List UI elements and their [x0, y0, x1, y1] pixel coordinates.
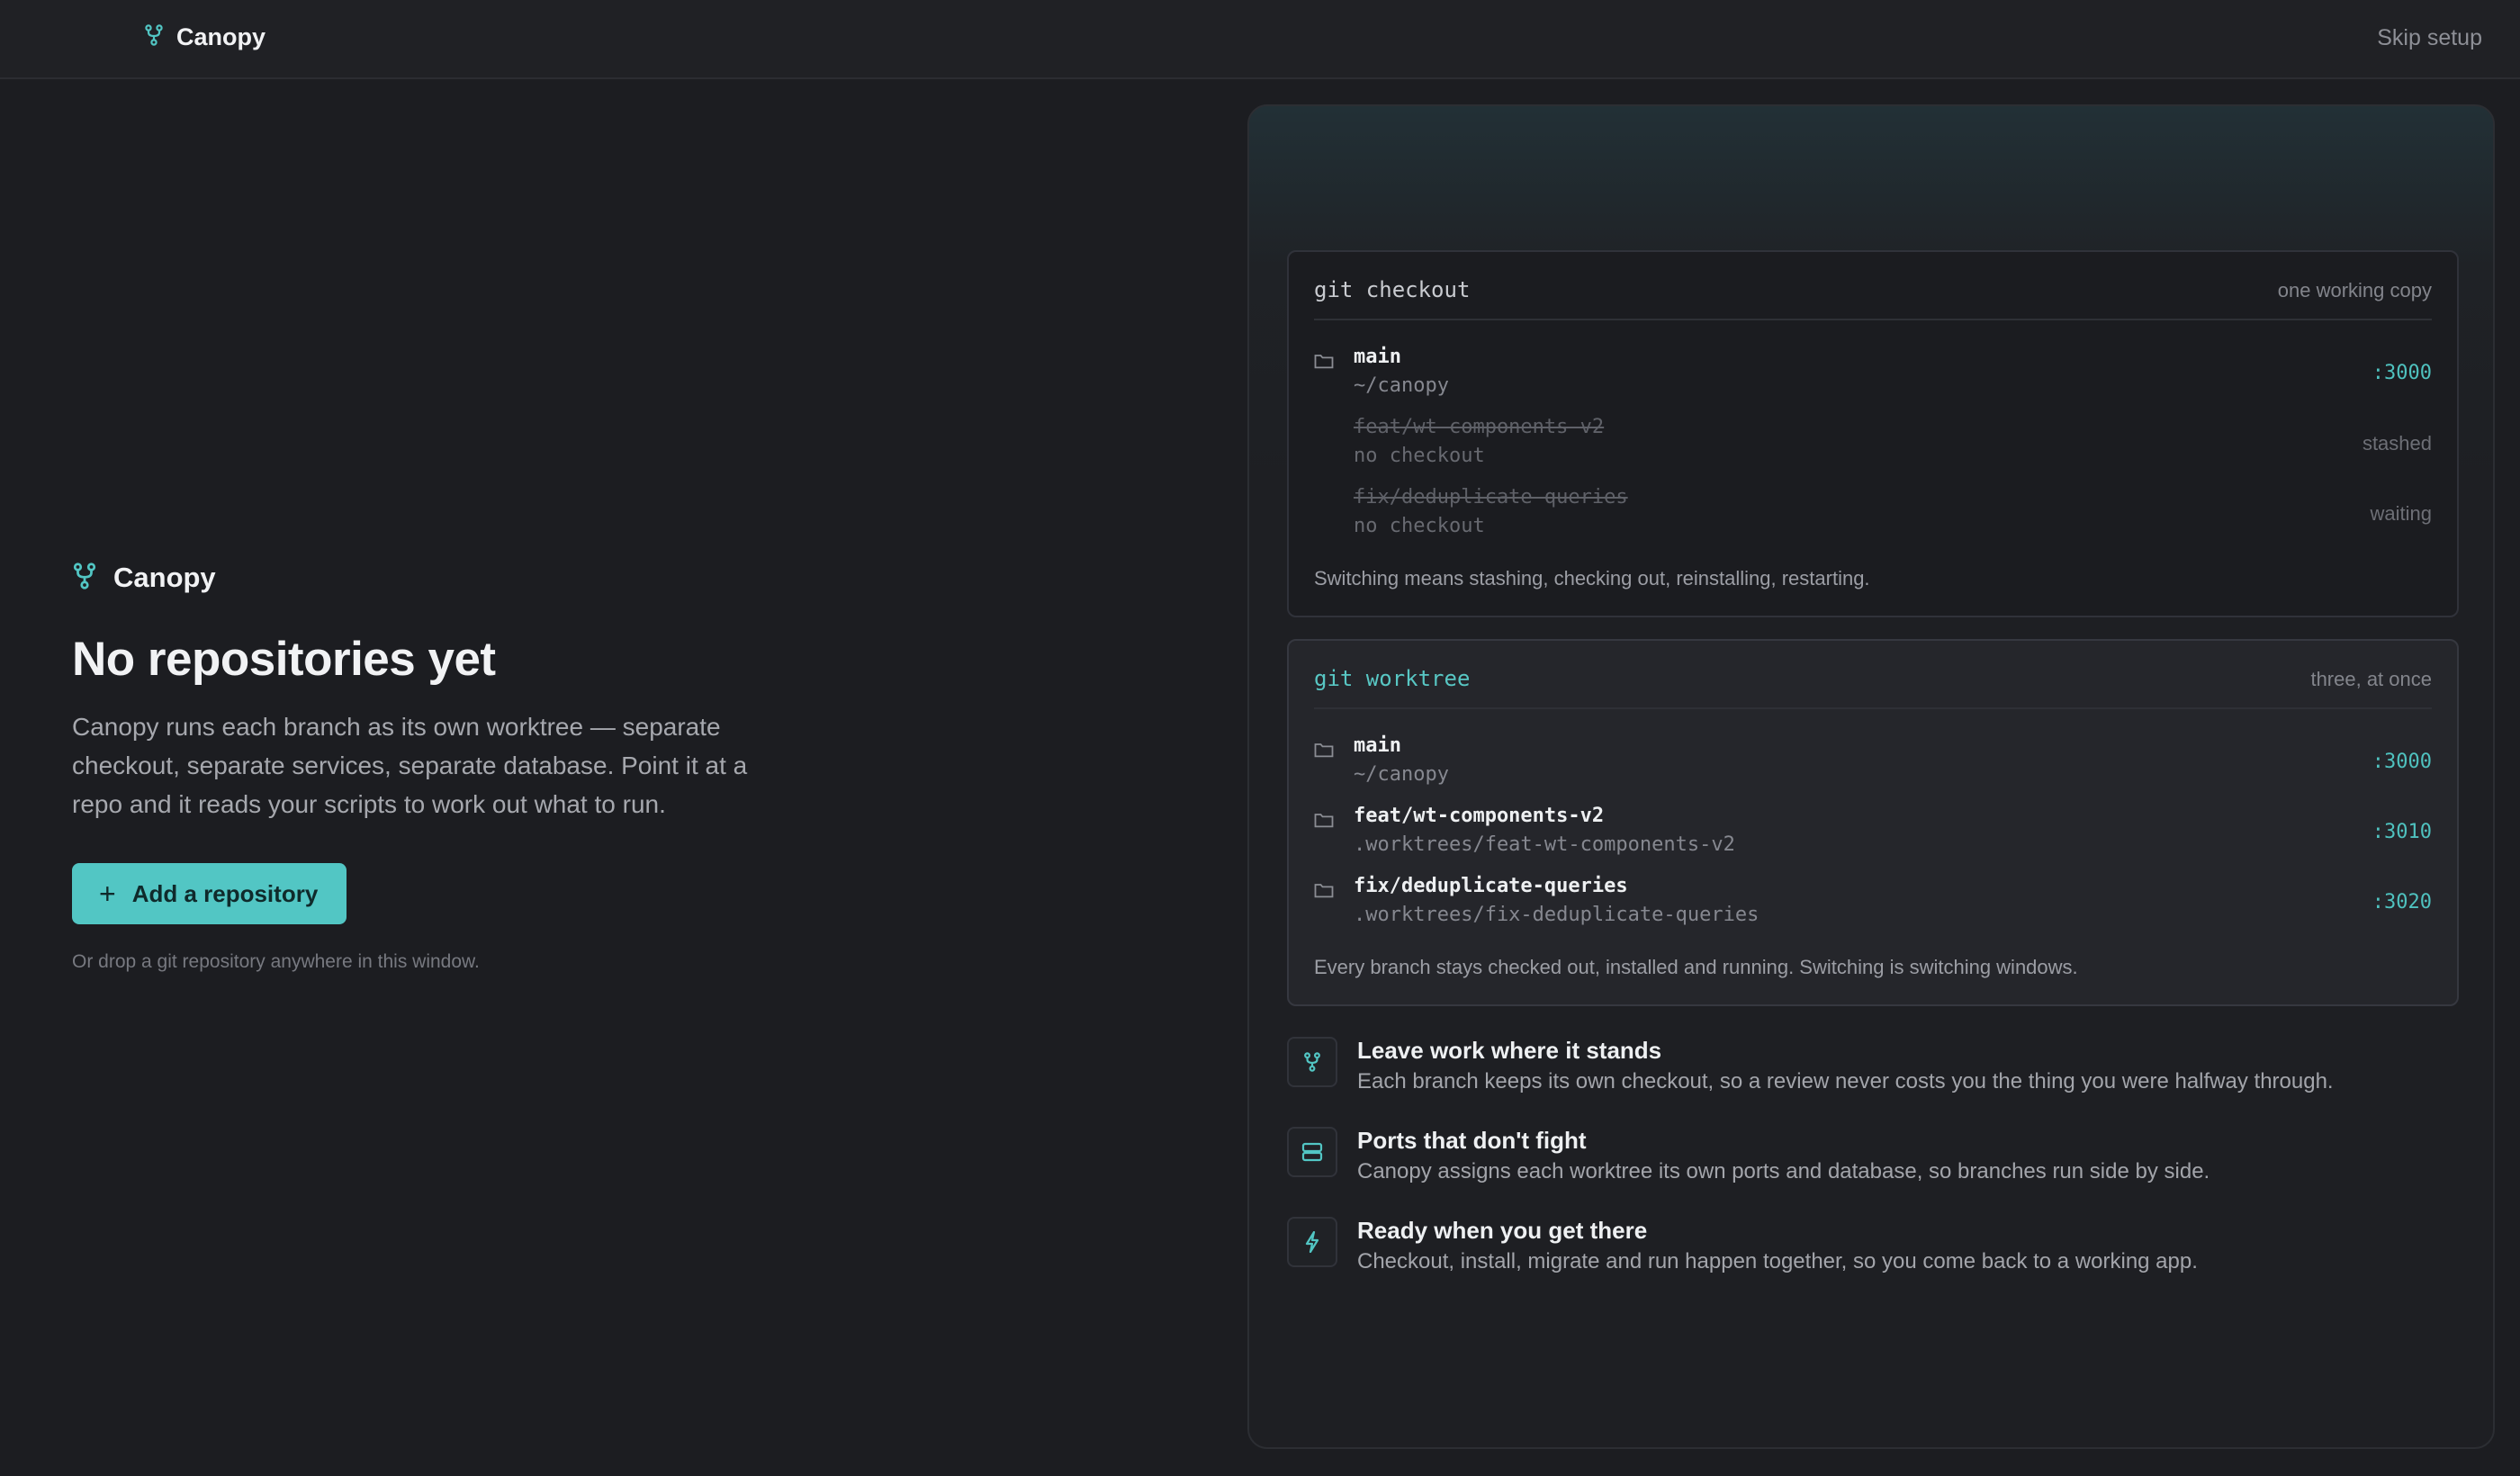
port-label: :3010 — [2372, 821, 2432, 843]
skip-setup-link[interactable]: Skip setup — [2377, 25, 2482, 51]
branch-name: fix/deduplicate-queries — [1354, 486, 1628, 508]
add-repository-label: Add a repository — [131, 879, 319, 907]
worktree-card-meta: three, at once — [2310, 668, 2432, 690]
branch-status: stashed — [2362, 432, 2432, 454]
worktree-card-header: git worktree three, at once — [1314, 666, 2432, 709]
git-branch-icon — [72, 562, 97, 594]
branch-name: main — [1354, 346, 1401, 368]
port-label: :3000 — [2372, 362, 2432, 384]
branch-path: .worktrees/feat-wt-components-v2 — [1354, 833, 1735, 856]
folder-icon — [1314, 882, 1334, 898]
branch-path: no checkout — [1354, 515, 1485, 537]
branch-row: feat/wt-components-v2 .worktrees/feat-wt… — [1314, 805, 2432, 866]
folder-icon — [1314, 353, 1334, 369]
branch-path: ~/canopy — [1354, 763, 1449, 786]
git-branch-icon — [1287, 1037, 1337, 1087]
intro-brand: Canopy — [72, 562, 810, 594]
feature-title: Ready when you get there — [1357, 1217, 1648, 1244]
folder-icon — [1314, 742, 1334, 758]
branch-status: waiting — [2370, 502, 2432, 525]
branch-name: feat/wt-components-v2 — [1354, 805, 1605, 827]
empty-state: Canopy No repositories yet Canopy runs e… — [72, 562, 810, 973]
feature-description: Canopy assigns each worktree its own por… — [1357, 1159, 2210, 1184]
checkout-card-meta: one working copy — [2277, 279, 2432, 302]
add-repository-button[interactable]: + Add a repository — [72, 863, 347, 925]
branch-row: main ~/canopy :3000 — [1314, 346, 2432, 407]
git-branch-icon — [144, 24, 164, 50]
port-label: :3000 — [2372, 751, 2432, 773]
branch-path: .worktrees/fix-deduplicate-queries — [1354, 904, 1760, 926]
page-title: No repositories yet — [72, 633, 496, 686]
worktree-card: git worktree three, at once main ~/canop… — [1287, 639, 2459, 1006]
branch-row: fix/deduplicate-queries no checkout wait… — [1314, 486, 2432, 547]
worktree-card-title: git worktree — [1314, 666, 1471, 691]
feature-item: Leave work where it stands Each branch k… — [1287, 1037, 2457, 1100]
branch-name: main — [1354, 734, 1401, 757]
top-bar: Canopy Skip setup — [0, 0, 2520, 79]
intro-brand-name: Canopy — [113, 562, 216, 593]
worktree-card-footer: Every branch stays checked out, installe… — [1314, 956, 2078, 978]
server-icon — [1287, 1127, 1337, 1177]
checkout-card-title: git checkout — [1314, 277, 1471, 302]
checkout-card-header: git checkout one working copy — [1314, 277, 2432, 320]
folder-icon — [1314, 812, 1334, 828]
app-name: Canopy — [176, 23, 266, 50]
feature-item: Ports that don't fight Canopy assigns ea… — [1287, 1127, 2457, 1190]
feature-title: Leave work where it stands — [1357, 1037, 1662, 1064]
branch-path: no checkout — [1354, 445, 1485, 467]
branch-row: feat/wt-components-v2 no checkout stashe… — [1314, 416, 2432, 477]
branch-name: fix/deduplicate-queries — [1354, 875, 1628, 897]
lightning-icon — [1287, 1217, 1337, 1267]
feature-title: Ports that don't fight — [1357, 1127, 1587, 1154]
feature-description: Each branch keeps its own checkout, so a… — [1357, 1069, 2334, 1094]
drop-hint: Or drop a git repository anywhere in thi… — [72, 951, 480, 973]
branch-row: fix/deduplicate-queries .worktrees/fix-d… — [1314, 875, 2432, 936]
branch-row: main ~/canopy :3000 — [1314, 734, 2432, 796]
intro-description: Canopy runs each branch as its own workt… — [72, 713, 748, 819]
port-label: :3020 — [2372, 891, 2432, 914]
plus-icon: + — [99, 878, 116, 911]
topbar-brand: Canopy — [144, 23, 266, 51]
feature-item: Ready when you get there Checkout, insta… — [1287, 1217, 2457, 1280]
checkout-card: git checkout one working copy main ~/can… — [1287, 250, 2459, 617]
comparison-panel: git checkout one working copy main ~/can… — [1247, 104, 2495, 1449]
branch-path: ~/canopy — [1354, 374, 1449, 397]
feature-description: Checkout, install, migrate and run happe… — [1357, 1249, 2198, 1274]
branch-name: feat/wt-components-v2 — [1354, 416, 1605, 438]
checkout-card-footer: Switching means stashing, checking out, … — [1314, 567, 1870, 590]
